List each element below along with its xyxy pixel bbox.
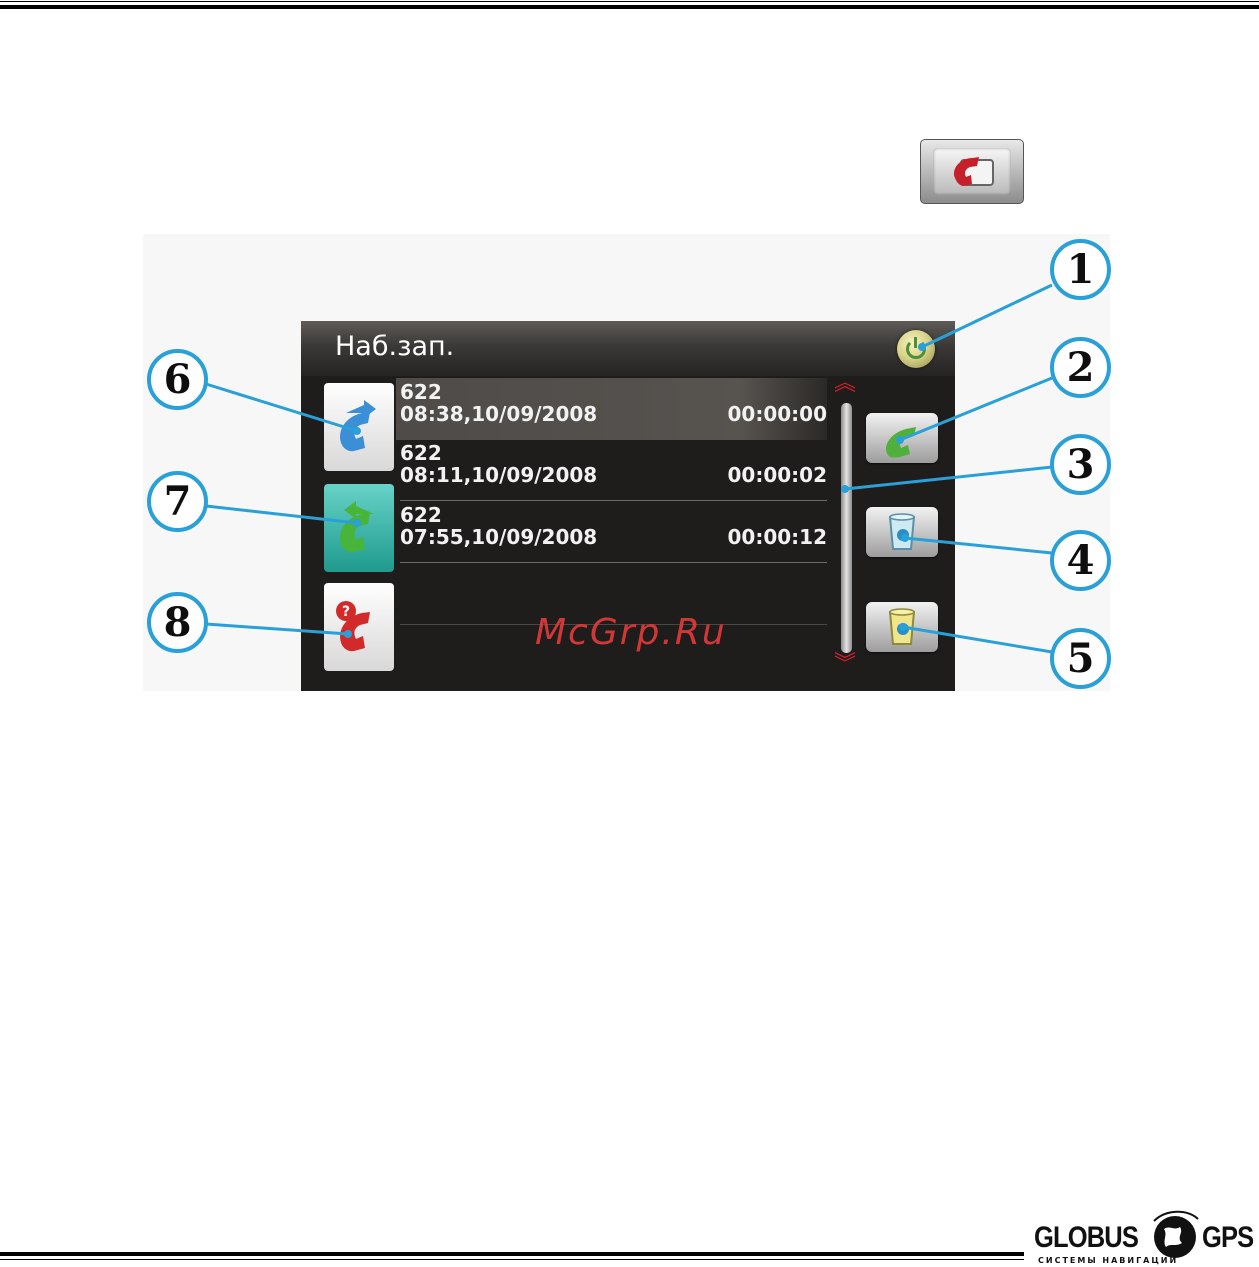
- callout-5: 5: [1050, 628, 1111, 689]
- callout-6: 6: [147, 349, 208, 410]
- logo-text-gps: GPS: [1202, 1221, 1254, 1254]
- callout-7: 7: [147, 471, 208, 532]
- globe-icon: [1153, 1210, 1199, 1258]
- callout-1: 1: [1050, 239, 1111, 300]
- callout-3: 3: [1050, 434, 1111, 495]
- logo-text-globus: GLOBUS: [1034, 1221, 1139, 1254]
- callout-8: 8: [147, 592, 208, 653]
- brand-logo: GLOBUS GPS СИСТЕМЫ НАВИГАЦИИ: [1034, 1205, 1256, 1267]
- logo-subtitle: СИСТЕМЫ НАВИГАЦИИ: [1038, 1256, 1179, 1265]
- watermark: McGrp.Ru: [535, 612, 727, 653]
- callout-2: 2: [1050, 337, 1111, 398]
- callout-4: 4: [1050, 530, 1111, 591]
